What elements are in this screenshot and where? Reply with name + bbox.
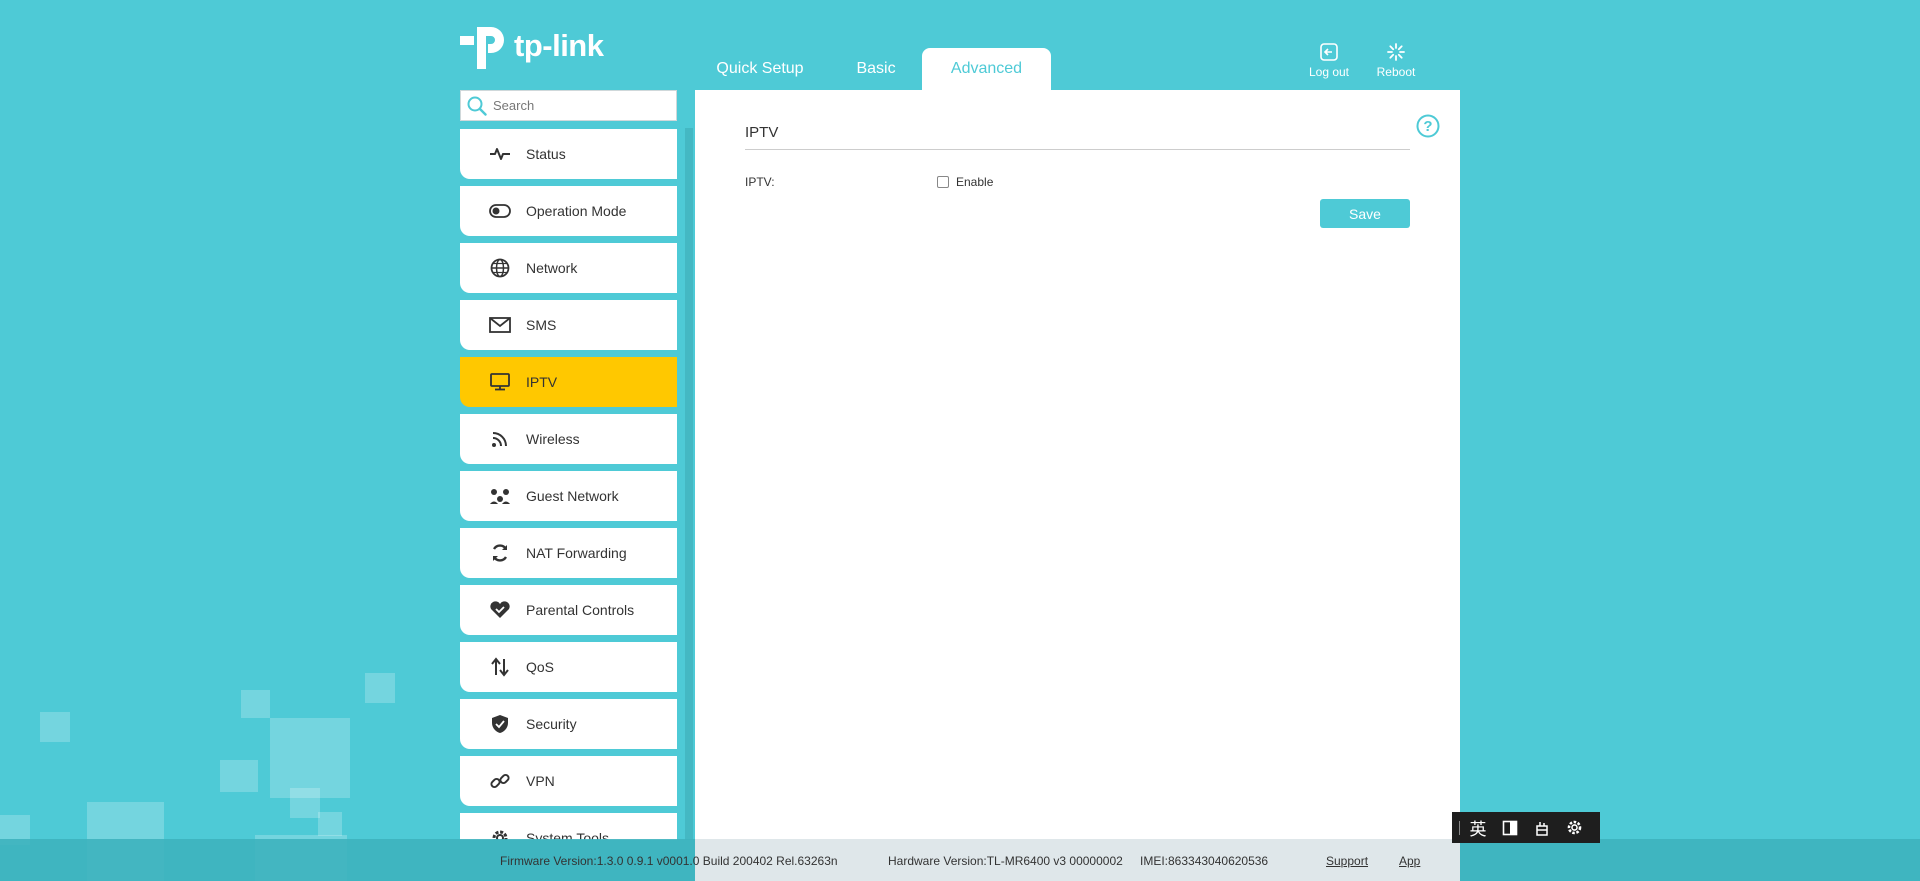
sidebar-item-system-tools[interactable]: System Tools xyxy=(460,813,677,840)
refresh-icon xyxy=(488,541,512,565)
sidebar-item-label: Security xyxy=(526,716,577,732)
save-button[interactable]: Save xyxy=(1320,199,1410,228)
tab-quick-setup[interactable]: Quick Setup xyxy=(690,48,830,90)
logout-label: Log out xyxy=(1308,65,1350,79)
decor-square xyxy=(241,690,270,718)
decor-square xyxy=(40,712,70,742)
ime-toolbox-icon[interactable] xyxy=(1526,820,1558,836)
guest-icon xyxy=(488,484,512,508)
logout-icon xyxy=(1320,43,1338,61)
firmware-version: Firmware Version:1.3.0 0.9.1 v0001.0 Bui… xyxy=(500,854,838,868)
sidebar-scrollbar[interactable] xyxy=(685,128,693,840)
toggle-icon xyxy=(488,199,512,223)
sidebar-item-parental-controls[interactable]: Parental Controls xyxy=(460,585,677,635)
decor-square xyxy=(270,718,350,798)
app-link[interactable]: App xyxy=(1399,854,1420,868)
link-icon xyxy=(488,769,512,793)
sidebar-item-label: Status xyxy=(526,146,566,162)
imei: IMEI:863343040620536 xyxy=(1140,854,1269,868)
sidebar-item-label: SMS xyxy=(526,317,557,333)
sidebar-item-label: IPTV xyxy=(526,374,558,390)
iptv-field-label: IPTV: xyxy=(745,175,775,189)
sidebar-item-guest-network[interactable]: Guest Network xyxy=(460,471,677,521)
sidebar-item-sms[interactable]: SMS xyxy=(460,300,677,350)
sidebar-item-operation-mode[interactable]: Operation Mode xyxy=(460,186,677,236)
top-navigation: Quick Setup Basic Advanced xyxy=(690,48,1051,90)
sidebar-item-label: VPN xyxy=(526,773,555,789)
tab-advanced[interactable]: Advanced xyxy=(922,48,1051,90)
sidebar-item-status[interactable]: Status xyxy=(460,129,677,179)
ime-toolbar: 英 xyxy=(1452,812,1600,843)
reboot-icon xyxy=(1387,43,1405,61)
shield-icon xyxy=(488,712,512,736)
sidebar-item-vpn[interactable]: VPN xyxy=(460,756,677,806)
monitor-icon xyxy=(488,370,512,394)
ime-language-button[interactable]: 英 xyxy=(1462,815,1494,840)
logo-text: tp-link xyxy=(514,28,604,63)
globe-icon xyxy=(488,256,512,280)
decor-square xyxy=(365,673,395,703)
sidebar-item-label: Guest Network xyxy=(526,488,619,504)
heart-icon xyxy=(488,598,512,622)
decor-square xyxy=(318,812,342,836)
sidebar-item-label: NAT Forwarding xyxy=(526,545,627,561)
sidebar-item-label: QoS xyxy=(526,659,555,675)
main-panel: IPTV ? IPTV: Enable Save xyxy=(695,90,1460,881)
sidebar-item-nat-forwarding[interactable]: NAT Forwarding xyxy=(460,528,677,578)
gear-icon xyxy=(488,826,512,840)
envelope-icon xyxy=(488,313,512,337)
hardware-version: Hardware Version:TL-MR6400 v3 00000002 xyxy=(888,854,1123,868)
tp-link-logo: tp-link xyxy=(460,21,604,71)
footer: Firmware Version:1.3.0 0.9.1 v0001.0 Bui… xyxy=(0,839,1920,881)
iptv-enable-checkbox-row[interactable]: Enable xyxy=(937,175,993,189)
enable-label: Enable xyxy=(956,175,994,189)
sidebar-item-qos[interactable]: QoS xyxy=(460,642,677,692)
ime-settings-gear-icon[interactable] xyxy=(1558,819,1590,836)
tp-link-logo-icon xyxy=(460,27,504,69)
ime-width-icon[interactable] xyxy=(1494,820,1526,836)
logout-button[interactable]: Log out xyxy=(1299,42,1359,79)
svg-text:?: ? xyxy=(1423,118,1432,135)
decor-square xyxy=(220,760,258,792)
reboot-label: Reboot xyxy=(1376,65,1416,79)
sidebar-item-network[interactable]: Network xyxy=(460,243,677,293)
search-icon xyxy=(467,96,487,116)
page-title: IPTV xyxy=(745,124,1410,150)
sidebar-item-iptv[interactable]: IPTV xyxy=(460,357,677,407)
sidebar-item-label: Network xyxy=(526,260,578,276)
support-link[interactable]: Support xyxy=(1326,854,1368,868)
enable-checkbox[interactable] xyxy=(937,176,949,188)
sidebar-item-label: Operation Mode xyxy=(526,203,627,219)
search-box xyxy=(460,90,677,121)
pulse-icon xyxy=(488,142,512,166)
sidebar-item-label: Wireless xyxy=(526,431,580,447)
search-input[interactable] xyxy=(493,98,673,113)
sidebar-item-label: Parental Controls xyxy=(526,602,635,618)
wifi-icon xyxy=(488,427,512,451)
reboot-button[interactable]: Reboot xyxy=(1366,42,1426,79)
sidebar-item-wireless[interactable]: Wireless xyxy=(460,414,677,464)
sidebar-item-security[interactable]: Security xyxy=(460,699,677,749)
sidebar-menu: Status Operation Mode Network SMS IPTV W… xyxy=(460,129,677,840)
decor-square xyxy=(290,788,320,818)
tab-basic[interactable]: Basic xyxy=(830,48,922,90)
updown-arrows-icon xyxy=(488,655,512,679)
help-icon[interactable]: ? xyxy=(1416,114,1440,138)
